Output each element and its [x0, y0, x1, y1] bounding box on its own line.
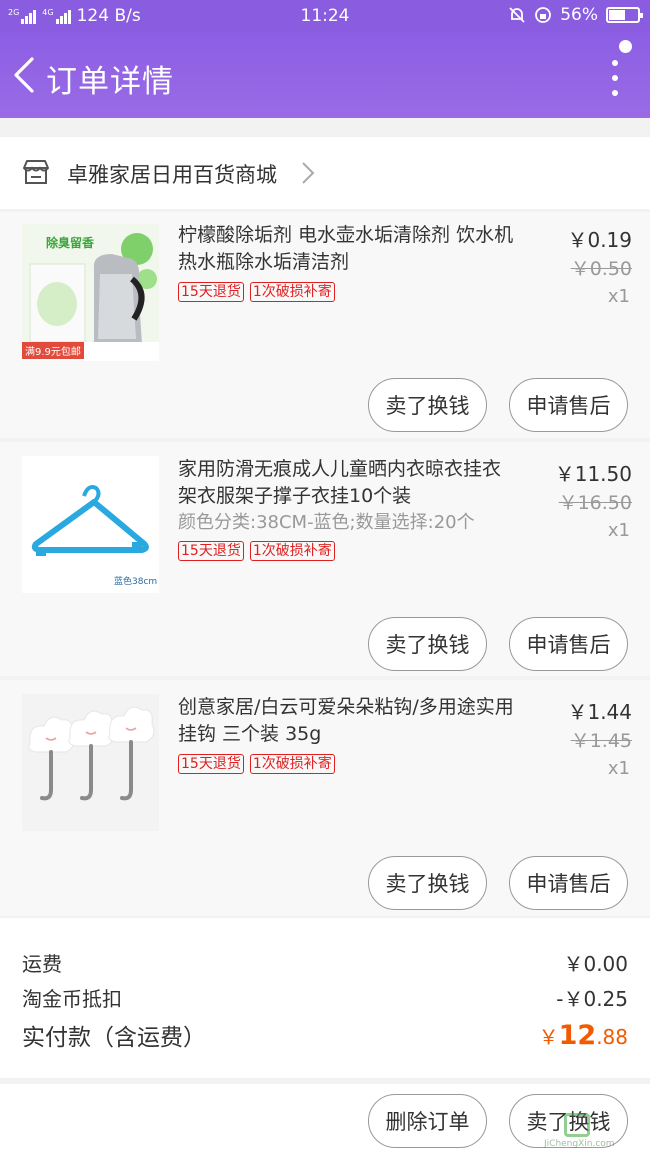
- price: ￥11.50: [554, 462, 632, 486]
- original-price: ￥1.45: [570, 730, 632, 752]
- product-image: 除臭留香 满9.9元包邮: [22, 224, 159, 361]
- notification-dot: [619, 40, 632, 53]
- product-title: 家用防滑无痕成人儿童晒内衣晾衣挂衣架衣服架子撑子衣挂10个装: [178, 458, 502, 507]
- bottom-action-bar: 删除订单 卖了换钱 JiChengXin.com: [0, 1084, 650, 1155]
- more-menu-icon[interactable]: [610, 60, 620, 96]
- total-integer: 12: [558, 1019, 597, 1051]
- watermark-text: JiChengXin.com: [544, 1139, 615, 1149]
- after-sale-button[interactable]: 申请售后: [509, 856, 628, 910]
- header-bar: 订单详情: [0, 32, 650, 118]
- product-title: 创意家居/白云可爱朵朵粘钩/多用途实用挂钩 三个装 35g: [178, 696, 514, 745]
- battery-percent: 56%: [560, 5, 598, 25]
- product-info: 柠檬酸除垢剂 电水壶水垢清除剂 饮水机热水瓶除水垢清洁剂 15天退货 1次破损补…: [178, 222, 518, 302]
- store-icon: [23, 160, 49, 184]
- after-sale-button[interactable]: 申请售后: [509, 378, 628, 432]
- watermark: JiChengXin.com: [534, 1109, 644, 1149]
- product-info: 创意家居/白云可爱朵朵粘钩/多用途实用挂钩 三个装 35g 15天退货 1次破损…: [178, 694, 518, 774]
- quantity: x1: [607, 520, 630, 541]
- quantity: x1: [607, 758, 630, 779]
- total-label: 实付款（含运费）: [22, 1025, 206, 1051]
- shipping-label: 运费: [22, 952, 62, 976]
- damage-tag: 1次破损补寄: [249, 282, 335, 302]
- page-title: 订单详情: [46, 64, 174, 100]
- return-tag: 15天退货: [178, 754, 244, 774]
- service-tags: 15天退货 1次破损补寄: [178, 541, 518, 561]
- total-decimal: .88: [596, 1024, 628, 1049]
- order-item[interactable]: 除臭留香 满9.9元包邮 柠檬酸除垢剂 电水壶水垢清除剂 饮水机热水瓶除水垢清洁…: [0, 212, 650, 438]
- delete-order-button[interactable]: 删除订单: [368, 1094, 487, 1148]
- status-bar: 2G 4G 124 B/s 11:24 56%: [0, 0, 650, 32]
- original-price: ￥16.50: [558, 492, 632, 514]
- status-right: 56%: [508, 5, 643, 25]
- chevron-right-icon: [302, 162, 315, 184]
- back-arrow-icon[interactable]: [10, 56, 38, 94]
- shop-name: 卓雅家居日用百货商城: [67, 163, 277, 187]
- price: ￥1.44: [567, 700, 632, 724]
- damage-tag: 1次破损补寄: [249, 754, 335, 774]
- image-caption: 蓝色38cm: [114, 577, 158, 587]
- product-image: 蓝色38cm: [22, 456, 159, 593]
- image-promo-text: 除臭留香: [46, 236, 95, 250]
- after-sale-button[interactable]: 申请售后: [509, 617, 628, 671]
- service-tags: 15天退货 1次破损补寄: [178, 754, 518, 774]
- return-tag: 15天退货: [178, 541, 244, 561]
- order-item[interactable]: 蓝色38cm 家用防滑无痕成人儿童晒内衣晾衣挂衣架衣服架子撑子衣挂10个装 颜色…: [0, 442, 650, 676]
- coin-deduction-row: 淘金币抵扣 -￥0.25: [22, 983, 628, 1012]
- shipping-value: ￥0.00: [563, 952, 628, 976]
- shop-header[interactable]: 卓雅家居日用百货商城: [0, 137, 650, 209]
- watermark-logo-icon: [564, 1113, 590, 1137]
- coin-label: 淘金币抵扣: [22, 987, 122, 1011]
- order-summary: 运费 ￥0.00 淘金币抵扣 -￥0.25 实付款（含运费） ￥12.88: [0, 918, 650, 1078]
- original-price: ￥0.50: [570, 258, 632, 280]
- product-title: 柠檬酸除垢剂 电水壶水垢清除剂 饮水机热水瓶除水垢清洁剂: [178, 224, 514, 273]
- total-amount: ￥12.88: [539, 1020, 628, 1051]
- sell-button[interactable]: 卖了换钱: [368, 856, 487, 910]
- product-image: [22, 694, 159, 831]
- sku-spec: 颜色分类:38CM-蓝色;数量选择:20个: [178, 512, 475, 533]
- coin-value: -￥0.25: [556, 987, 628, 1011]
- service-tags: 15天退货 1次破损补寄: [178, 282, 518, 302]
- sell-button[interactable]: 卖了换钱: [368, 617, 487, 671]
- total-row: 实付款（含运费） ￥12.88: [22, 1018, 628, 1052]
- quantity: x1: [607, 286, 630, 307]
- order-item[interactable]: 创意家居/白云可爱朵朵粘钩/多用途实用挂钩 三个装 35g 15天退货 1次破损…: [0, 680, 650, 916]
- mute-bell-icon: [509, 7, 525, 23]
- return-tag: 15天退货: [178, 282, 244, 302]
- shipping-row: 运费 ￥0.00: [22, 948, 628, 977]
- battery-icon: [606, 7, 643, 23]
- image-shipping-text: 满9.9元包邮: [22, 342, 84, 359]
- damage-tag: 1次破损补寄: [249, 541, 335, 561]
- currency-symbol: ￥: [538, 1024, 559, 1049]
- sell-button[interactable]: 卖了换钱: [368, 378, 487, 432]
- price: ￥0.19: [567, 228, 632, 252]
- product-info: 家用防滑无痕成人儿童晒内衣晾衣挂衣架衣服架子撑子衣挂10个装 颜色分类:38CM…: [178, 456, 518, 561]
- rotation-lock-icon: [535, 7, 552, 23]
